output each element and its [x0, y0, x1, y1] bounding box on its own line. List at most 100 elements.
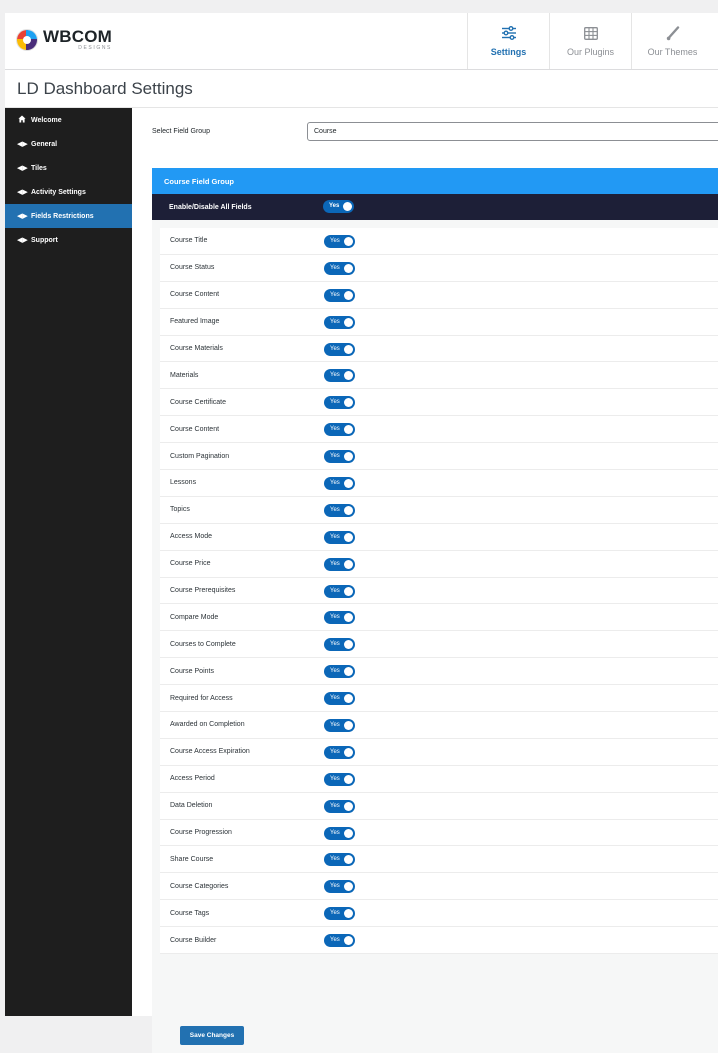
field-label: Lessons — [170, 479, 197, 487]
toggle-label: Yes — [330, 722, 340, 729]
nav-settings[interactable]: Settings — [467, 13, 549, 69]
field-list: Course Title Yes Course Status Yes Course Co… — [160, 228, 718, 955]
toggle-knob — [344, 317, 353, 327]
toggle-knob — [344, 613, 353, 623]
toggle-knob — [344, 882, 353, 892]
field-toggle[interactable]: Yes — [324, 503, 355, 517]
sidebar-item-general[interactable]: ◀▶ General — [5, 132, 132, 156]
field-label: Data Deletion — [170, 802, 213, 810]
field-row: Share Course Yes — [160, 846, 718, 874]
wbcom-logo[interactable]: WBCOM DESIGNS — [16, 28, 112, 51]
top-header: WBCOM DESIGNS Settings Our Plugins Our T… — [5, 13, 718, 70]
save-changes-button[interactable]: Save Changes — [180, 1026, 244, 1045]
field-row: Course Status Yes — [160, 254, 718, 282]
field-toggle[interactable]: Yes — [324, 745, 355, 759]
toggle-knob — [344, 505, 353, 515]
field-toggle[interactable]: Yes — [324, 934, 355, 948]
select-field-group-row: Select Field Group Course — [132, 108, 718, 154]
field-toggle[interactable]: Yes — [324, 342, 355, 356]
field-label: Course Builder — [170, 936, 217, 944]
course-field-group: Course Field Group Enable/Disable All Fi… — [152, 168, 718, 1053]
arrows-icon: ◀▶ — [17, 237, 28, 244]
field-group-select[interactable]: Course — [307, 122, 718, 141]
nav-our-themes-label: Our Themes — [647, 47, 698, 57]
sidebar-item-activity-settings[interactable]: ◀▶ Activity Settings — [5, 180, 132, 204]
arrows-icon: ◀▶ — [17, 165, 28, 172]
toggle-label: Yes — [330, 775, 340, 782]
sidebar-item-tiles[interactable]: ◀▶ Tiles — [5, 156, 132, 180]
nav-our-plugins-label: Our Plugins — [566, 47, 615, 57]
toggle-knob — [344, 936, 353, 946]
field-toggle[interactable]: Yes — [324, 719, 355, 733]
toggle-label: Yes — [330, 238, 340, 244]
field-label: Required for Access — [170, 694, 233, 702]
field-toggle[interactable]: Yes — [324, 288, 355, 302]
field-label: Course Status — [170, 264, 215, 272]
toggle-knob — [344, 667, 353, 677]
field-toggle[interactable]: Yes — [324, 235, 355, 248]
toggle-label: Yes — [330, 480, 340, 487]
toggle-label: Yes — [330, 533, 340, 540]
sidebar-item-label: Support — [31, 236, 58, 244]
toggle-label: Yes — [330, 399, 340, 406]
field-toggle[interactable]: Yes — [324, 261, 355, 275]
toggle-knob — [344, 263, 353, 273]
field-row: Materials Yes — [160, 362, 718, 390]
field-toggle[interactable]: Yes — [324, 530, 355, 544]
nav-our-themes[interactable]: Our Themes — [631, 13, 713, 69]
field-toggle[interactable]: Yes — [324, 799, 355, 813]
field-toggle[interactable]: Yes — [324, 557, 355, 571]
field-label: Course Access Expiration — [170, 748, 250, 756]
sidebar-item-fields-restrictions[interactable]: ◀▶ Fields Restrictions — [5, 204, 132, 228]
field-toggle[interactable]: Yes — [324, 450, 355, 464]
field-toggle[interactable]: Yes — [324, 638, 355, 652]
field-label: Awarded on Completion — [170, 721, 245, 729]
toggle-label: Yes — [329, 203, 340, 209]
field-toggle[interactable]: Yes — [324, 369, 355, 383]
field-row: Course Builder Yes — [160, 927, 718, 955]
toggle-knob — [344, 479, 353, 489]
sidebar-item-label: Activity Settings — [31, 188, 86, 196]
field-toggle[interactable]: Yes — [324, 853, 355, 867]
toggle-label: Yes — [330, 345, 340, 352]
grid-icon — [583, 25, 598, 41]
toggle-knob — [344, 909, 353, 919]
toggle-label: Yes — [330, 856, 340, 863]
settings-sidebar: Welcome ◀▶ General ◀▶ Tiles ◀▶ Activity … — [5, 108, 132, 1016]
field-row: Compare Mode Yes — [160, 604, 718, 632]
sidebar-item-support[interactable]: ◀▶ Support — [5, 228, 132, 252]
toggle-knob — [344, 559, 353, 569]
field-toggle[interactable]: Yes — [324, 396, 355, 410]
field-label: Materials — [170, 371, 199, 379]
field-toggle[interactable]: Yes — [324, 315, 355, 329]
field-toggle[interactable]: Yes — [324, 772, 355, 786]
field-toggle[interactable]: Yes — [324, 907, 355, 921]
field-toggle[interactable]: Yes — [324, 692, 355, 706]
toggle-label: Yes — [330, 506, 340, 513]
field-toggle[interactable]: Yes — [324, 880, 355, 894]
field-toggle[interactable]: Yes — [324, 611, 355, 625]
nav-our-plugins[interactable]: Our Plugins — [549, 13, 631, 69]
sidebar-item-label: Fields Restrictions — [31, 212, 94, 220]
field-toggle[interactable]: Yes — [324, 584, 355, 598]
field-label: Course Categories — [170, 882, 229, 890]
field-toggle[interactable]: Yes — [324, 423, 355, 437]
field-toggle[interactable]: Yes — [324, 477, 355, 491]
field-label: Access Period — [170, 775, 215, 783]
field-label: Topics — [170, 506, 190, 514]
toggle-knob — [344, 855, 353, 865]
field-toggle[interactable]: Yes — [324, 665, 355, 679]
sidebar-item-welcome[interactable]: Welcome — [5, 108, 132, 132]
toggle-knob — [344, 640, 353, 650]
field-row: Access Period Yes — [160, 765, 718, 793]
enable-all-fields-toggle[interactable]: Yes — [323, 200, 354, 213]
field-group-title: Course Field Group — [152, 168, 718, 194]
toggle-label: Yes — [330, 748, 340, 755]
toggle-knob — [344, 425, 353, 435]
field-toggle[interactable]: Yes — [324, 826, 355, 840]
field-label: Compare Mode — [170, 613, 219, 621]
wbcom-logo-icon — [16, 28, 38, 51]
field-row: Course Materials Yes — [160, 335, 718, 363]
toggle-label: Yes — [330, 264, 340, 271]
toggle-knob — [344, 801, 353, 811]
